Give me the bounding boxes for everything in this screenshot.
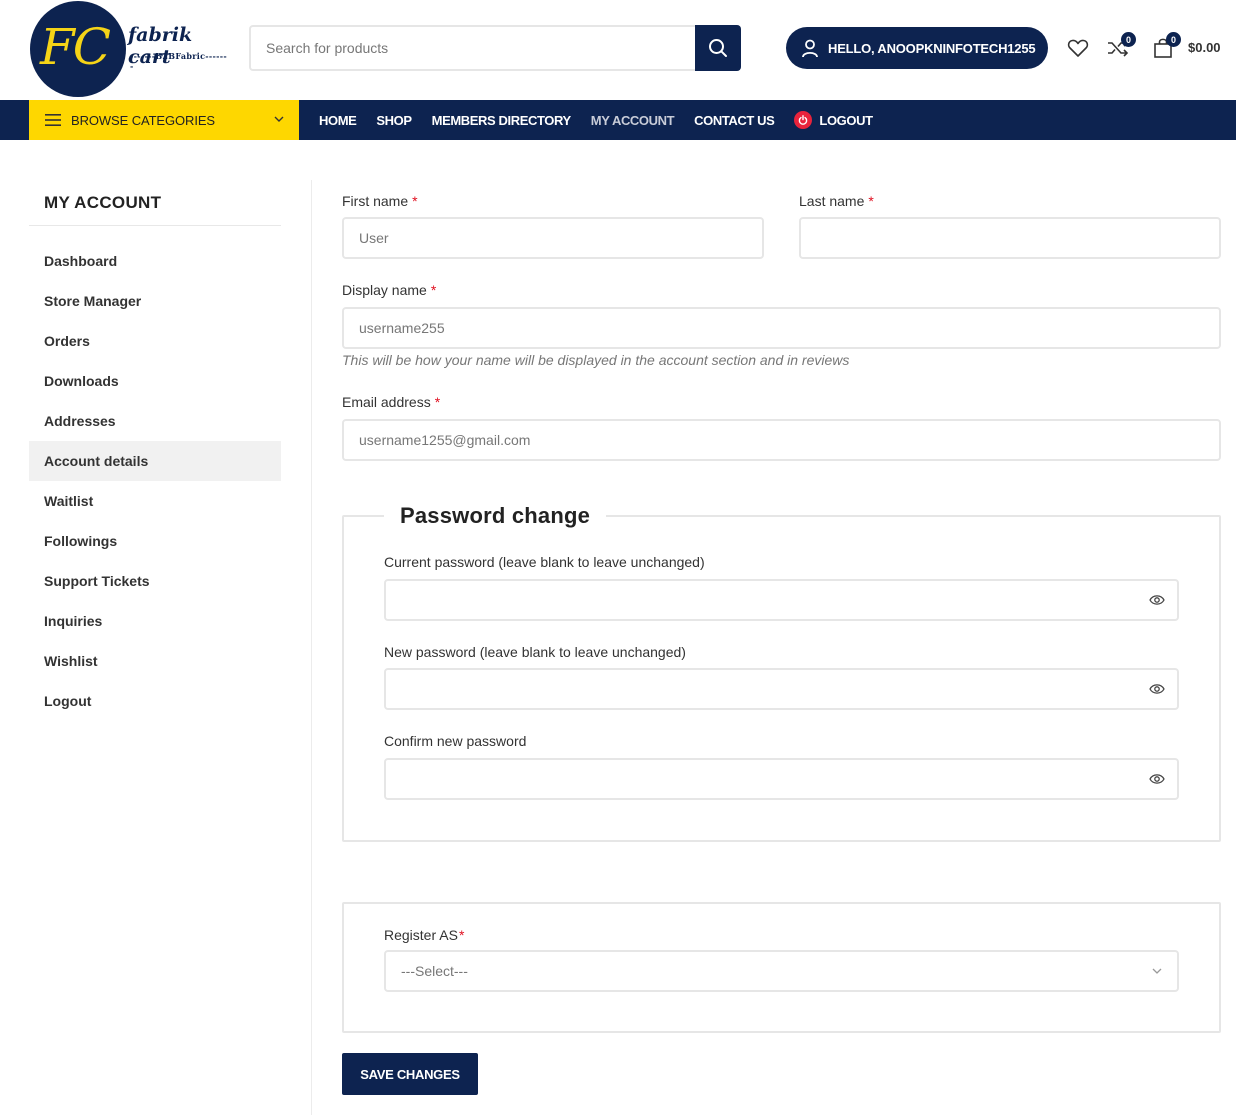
cart-total[interactable]: $0.00 [1188,40,1221,55]
required-mark: * [430,282,437,298]
nav-link-my-account[interactable]: MY ACCOUNT [591,113,675,128]
display-name-field[interactable] [342,307,1221,349]
sidebar-item-account-details[interactable]: Account details [29,441,281,481]
password-change-legend: Password change [384,501,607,531]
sidebar-item-waitlist[interactable]: Waitlist [29,481,281,521]
chevron-down-icon [1152,968,1162,974]
browse-categories-label: BROWSE CATEGORIES [71,112,215,128]
greeting-label: HELLO, ANOOPKNINFOTECH1255 [828,40,1036,56]
main-navbar: BROWSE CATEGORIES HOME SHOP MEMBERS DIRE… [0,100,1236,140]
current-password-field[interactable] [384,579,1179,621]
cart-button[interactable]: 0 [1151,32,1181,60]
register-as-label: Register AS* [384,927,464,943]
sidebar-item-logout[interactable]: Logout [29,681,281,721]
sidebar-item-followings[interactable]: Followings [29,521,281,561]
required-mark: * [458,927,465,943]
required-mark: * [434,394,441,410]
cart-count-badge: 0 [1166,32,1181,47]
logo-initials: FC [40,18,111,76]
nav-link-logout[interactable]: LOGOUT [794,111,873,129]
compare-count-badge: 0 [1121,32,1136,47]
current-password-input[interactable] [401,581,1177,619]
new-password-field[interactable] [384,668,1179,710]
user-icon [802,39,818,58]
first-name-input[interactable] [359,219,762,257]
nav-link-members-directory[interactable]: MEMBERS DIRECTORY [432,113,572,128]
display-name-label: Display name * [342,282,436,298]
nav-link-contact-us[interactable]: CONTACT US [694,113,775,128]
search-box [249,25,741,71]
last-name-field[interactable] [799,217,1221,259]
email-label-text: Email address [342,394,431,410]
first-name-label: First name * [342,193,418,209]
email-input[interactable] [359,421,1219,459]
sidebar-item-inquiries[interactable]: Inquiries [29,601,281,641]
browse-categories-button[interactable]: BROWSE CATEGORIES [29,100,299,140]
account-greeting-button[interactable]: HELLO, ANOOPKNINFOTECH1255 [786,27,1048,69]
display-name-label-text: Display name [342,282,427,298]
last-name-label: Last name * [799,193,874,209]
chevron-down-icon [274,116,284,122]
nav-link-shop[interactable]: SHOP [376,113,412,128]
menu-icon [45,114,61,126]
new-password-input[interactable] [401,670,1177,708]
last-name-input[interactable] [816,219,1219,257]
account-sidebar: MY ACCOUNT Dashboard Store Manager Order… [29,180,281,721]
confirm-password-label: Confirm new password [384,733,527,749]
save-changes-button[interactable]: SAVE CHANGES [342,1053,478,1095]
search-input[interactable] [251,27,695,69]
required-mark: * [868,193,874,209]
email-field[interactable] [342,419,1221,461]
confirm-password-field[interactable] [384,758,1179,800]
eye-icon[interactable] [1149,682,1165,696]
current-password-label: Current password (leave blank to leave u… [384,554,705,570]
sidebar-item-dashboard[interactable]: Dashboard [29,241,281,281]
nav-link-home[interactable]: HOME [319,113,357,128]
display-name-hint: This will be how your name will be displ… [342,352,850,368]
register-as-label-text: Register AS [384,927,458,943]
sidebar-item-support-tickets[interactable]: Support Tickets [29,561,281,601]
nav-links: HOME SHOP MEMBERS DIRECTORY MY ACCOUNT C… [319,100,893,140]
eye-icon[interactable] [1149,772,1165,786]
sidebar-divider [311,180,312,1115]
sidebar-item-orders[interactable]: Orders [29,321,281,361]
search-button[interactable] [695,25,741,71]
search-icon [709,39,727,57]
first-name-label-text: First name [342,193,409,209]
heart-icon [1067,39,1089,57]
logo-tagline: -------B2BFabric------- [130,51,227,71]
new-password-label: New password (leave blank to leave uncha… [384,644,686,660]
site-logo[interactable]: FC fabrik cart -------B2BFabric------- [30,0,230,98]
email-label: Email address * [342,394,440,410]
sidebar-item-wishlist[interactable]: Wishlist [29,641,281,681]
confirm-password-input[interactable] [401,760,1177,798]
display-name-input[interactable] [359,309,1219,347]
sidebar-item-store-manager[interactable]: Store Manager [29,281,281,321]
register-as-select[interactable]: ---Select--- [384,950,1179,992]
sidebar-item-addresses[interactable]: Addresses [29,401,281,441]
last-name-label-text: Last name [799,193,865,209]
compare-button[interactable]: 0 [1106,32,1136,60]
register-as-selected: ---Select--- [401,963,468,979]
sidebar-menu: Dashboard Store Manager Orders Downloads… [29,241,281,721]
sidebar-item-downloads[interactable]: Downloads [29,361,281,401]
site-header: FC fabrik cart -------B2BFabric------- H… [0,0,1236,100]
first-name-field[interactable] [342,217,764,259]
power-icon [794,111,813,129]
sidebar-title: MY ACCOUNT [29,180,281,226]
required-mark: * [412,193,418,209]
wishlist-button[interactable] [1066,36,1090,60]
nav-link-logout-label: LOGOUT [819,112,873,128]
eye-icon[interactable] [1149,593,1165,607]
